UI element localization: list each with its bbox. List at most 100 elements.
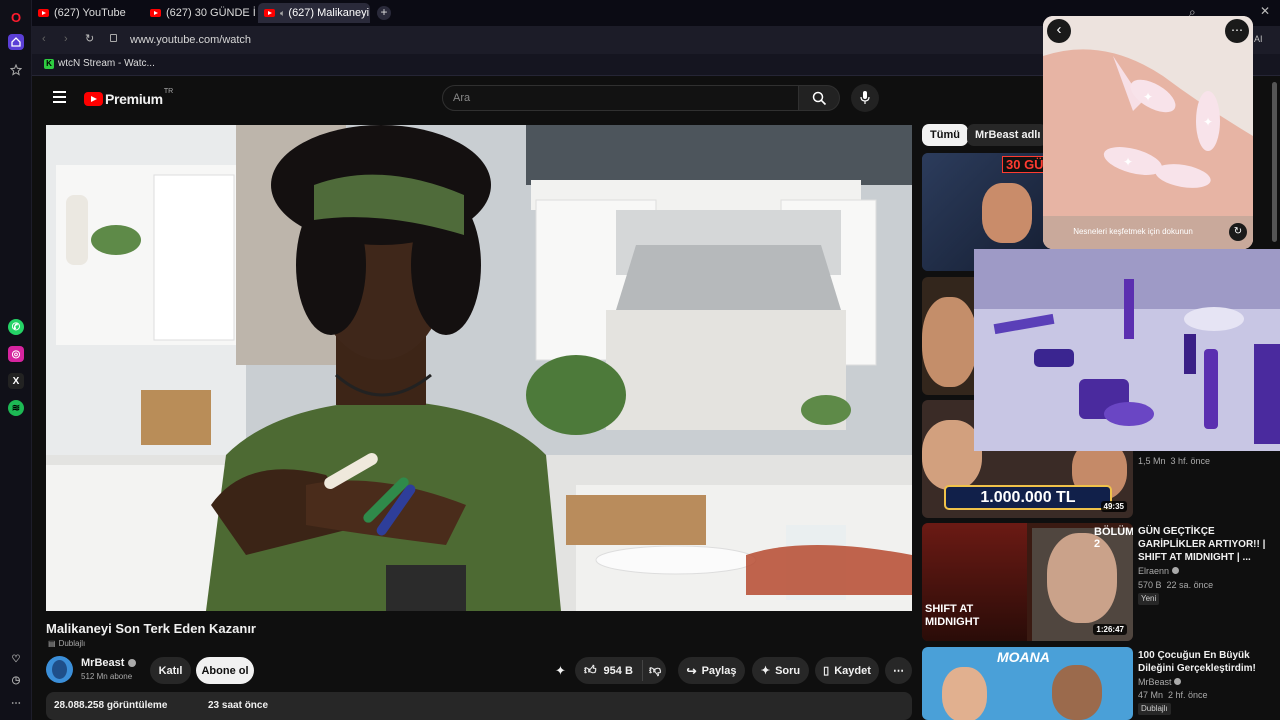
heart-icon[interactable]: ♡: [8, 651, 24, 667]
recommendation-thumbnail[interactable]: BÖLÜM 2 SHIFT AT MIDNIGHT 1:26:47: [922, 523, 1133, 641]
voice-search-button[interactable]: [851, 84, 879, 112]
thumb-text: 30 GÜ: [1002, 156, 1048, 173]
nail-supplies-image: [974, 249, 1280, 451]
thumb-text: MOANA: [997, 649, 1050, 665]
history-icon[interactable]: ◷: [8, 672, 24, 688]
youtube-favicon-icon: [38, 9, 49, 17]
video-title: Malikaneyi Son Terk Eden Kazanır: [46, 621, 256, 636]
logo-text: Premium: [105, 91, 163, 107]
wtcn-favicon-icon: K: [44, 58, 54, 69]
tab-30-gunde[interactable]: (627) 30 GÜNDE İMKANSIZ: [144, 3, 256, 23]
thumb-text: 1.000.000 TL: [944, 485, 1112, 510]
new-tab-button[interactable]: +: [377, 6, 391, 20]
microphone-icon: [860, 91, 870, 104]
svg-text:✦: ✦: [1143, 90, 1153, 104]
video-frame-image: [46, 125, 912, 611]
svg-text:✦: ✦: [1203, 115, 1213, 129]
bookmark-wtcn[interactable]: K wtcN Stream - Watc...: [44, 58, 155, 69]
audio-track-icon: ▤: [48, 639, 56, 648]
x-twitter-icon[interactable]: X: [8, 373, 24, 389]
thumbs-up-icon: 👍︎: [584, 663, 597, 677]
save-button[interactable]: ▯ Kaydet: [815, 657, 879, 684]
recommendation-thumbnail[interactable]: MOANA: [922, 647, 1133, 720]
thumb-text: BÖLÜM 2: [1094, 526, 1133, 550]
rec-title[interactable]: GÜN GEÇTİKÇE GARİPLİKLER ARTIYOR!! | SHI…: [1138, 525, 1268, 564]
more-actions-button[interactable]: ⋯: [885, 657, 912, 684]
youtube-play-logo-icon: [84, 92, 103, 106]
sparkle-icon: ✦: [760, 665, 771, 677]
video-player[interactable]: [46, 125, 912, 611]
forward-icon[interactable]: ›: [64, 33, 68, 45]
reload-icon[interactable]: ↻: [85, 32, 94, 45]
lens-refresh-button[interactable]: ↻: [1229, 223, 1247, 241]
search-placeholder: Ara: [453, 92, 471, 104]
dubbed-badge: ▤ Dublajlı: [48, 639, 86, 648]
svg-text:✦: ✦: [1123, 155, 1133, 169]
tab-youtube[interactable]: (627) YouTube: [32, 3, 142, 23]
rec-channel[interactable]: MrBeast: [1138, 677, 1182, 687]
lock-icon: [110, 34, 117, 42]
hamburger-menu-icon[interactable]: [53, 91, 66, 103]
search-icon: [812, 91, 827, 106]
rec-channel[interactable]: Elraenn: [1138, 566, 1179, 576]
rec-meta: 570 B 22 sa. önce: [1138, 580, 1214, 590]
browser-sidebar: O ✆ ◎ X ≋ ♡ ◷ ⋯: [0, 0, 32, 720]
chip-mrbeast[interactable]: MrBeast adlı yü: [967, 124, 1047, 146]
description-box[interactable]: 28.088.258 görüntüleme 23 saat önce: [46, 692, 912, 720]
instagram-icon[interactable]: ◎: [8, 346, 24, 362]
verified-icon: [128, 659, 137, 667]
rec-meta: 47 Mn 2 hf. önce: [1138, 690, 1208, 700]
search-input[interactable]: Ara: [442, 85, 799, 111]
dubbed-badge: Dublajlı: [1138, 703, 1171, 715]
close-window-icon[interactable]: ✕: [1260, 4, 1270, 18]
youtube-favicon-icon: [264, 9, 275, 17]
ask-button[interactable]: ✦ Soru: [752, 657, 809, 684]
lens-hint: Nesneleri keşfetmek için dokunun: [1073, 227, 1193, 236]
tab-malikaneyi[interactable]: 🔈︎ (627) Malikaneyi Son: [258, 3, 370, 23]
share-icon: ↪: [686, 663, 697, 678]
rec-title[interactable]: 100 Çocuğun En Büyük Dileğini Gerçekleşt…: [1138, 649, 1268, 675]
channel-avatar[interactable]: [46, 656, 73, 683]
image-preview[interactable]: [974, 249, 1280, 451]
bookmark-icon: ▯: [823, 665, 830, 677]
spotify-icon[interactable]: ≋: [8, 400, 24, 416]
more-dots-icon: ⋯: [1231, 23, 1243, 37]
remix-icon[interactable]: ✦: [555, 663, 566, 679]
subscriber-count: 512 Mn abone: [81, 672, 133, 681]
more-icon[interactable]: ⋯: [8, 695, 24, 711]
join-button[interactable]: Katıl: [150, 657, 191, 684]
thumb-text: SHIFT AT MIDNIGHT: [925, 603, 980, 628]
like-button[interactable]: 👍︎ 954 B 👎︎: [575, 657, 666, 684]
more-dots-icon: ⋯: [893, 665, 904, 677]
home-icon[interactable]: [8, 34, 24, 50]
url-field[interactable]: www.youtube.com/watch: [130, 34, 251, 46]
ai-label: AI: [1254, 34, 1263, 44]
speaker-icon[interactable]: 🔈︎: [280, 8, 285, 19]
youtube-favicon-icon: [150, 9, 161, 17]
nails-photo: ✦ ✦ ✦: [1043, 16, 1253, 249]
subscribe-button[interactable]: Abone ol: [196, 657, 254, 684]
thumbs-down-icon[interactable]: 👎︎: [649, 663, 661, 678]
star-icon[interactable]: [8, 62, 24, 78]
view-count: 28.088.258 görüntüleme: [54, 700, 168, 711]
duration-badge: 49:35: [1100, 501, 1127, 512]
ai-button[interactable]: AI: [1254, 34, 1263, 44]
back-button[interactable]: ‹: [1047, 19, 1071, 43]
upload-time: 23 saat önce: [208, 700, 269, 711]
whatsapp-icon[interactable]: ✆: [8, 319, 24, 335]
share-button[interactable]: ↪ Paylaş: [678, 657, 745, 684]
verified-icon: [1174, 678, 1182, 685]
lens-overlay[interactable]: ✦ ✦ ✦ ‹ ⋯ Nesneleri keşfetmek için dokun…: [1043, 16, 1253, 249]
youtube-logo[interactable]: Premium TR: [84, 88, 174, 107]
logo-country: TR: [163, 88, 174, 95]
search-button[interactable]: [798, 85, 840, 111]
back-icon[interactable]: ‹: [42, 33, 46, 45]
scrollbar[interactable]: [1272, 82, 1277, 242]
overlay-menu-button[interactable]: ⋯: [1225, 19, 1249, 43]
channel-name[interactable]: MrBeast: [81, 657, 137, 669]
new-badge: Yeni: [1138, 593, 1160, 605]
opera-logo-icon[interactable]: O: [8, 9, 24, 25]
chip-all[interactable]: Tümü: [922, 124, 968, 146]
refresh-icon: ↻: [1233, 226, 1243, 237]
verified-icon: [1171, 567, 1179, 574]
